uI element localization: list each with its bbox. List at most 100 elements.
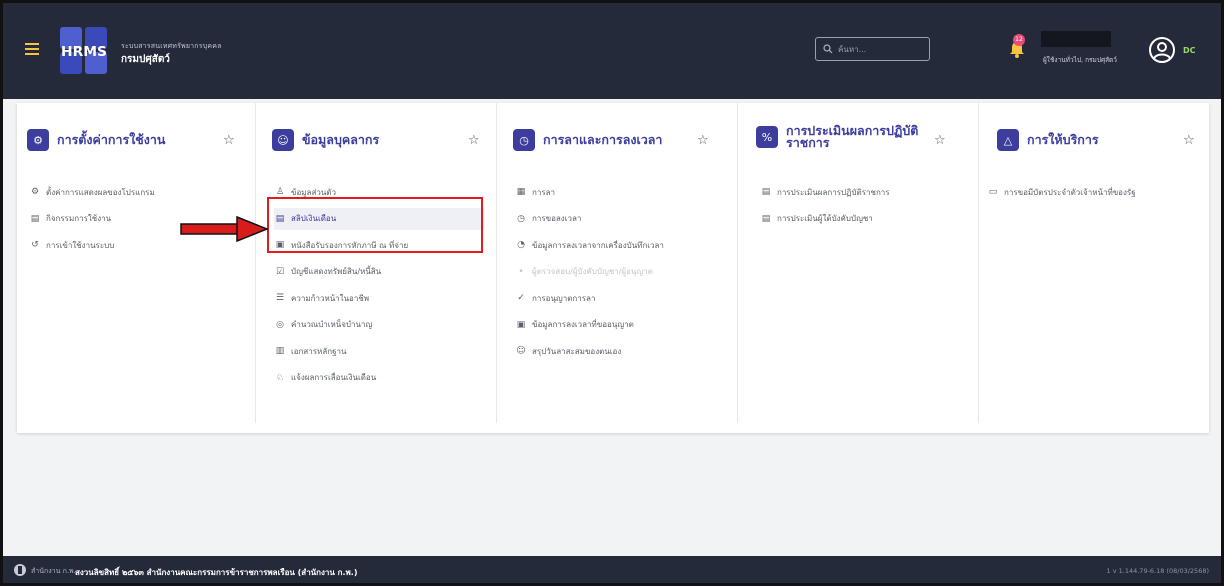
menu-item-label: การขอลงเวลา: [532, 214, 582, 223]
bell-icon: ♘: [275, 372, 285, 383]
menu-item-performance-eval[interactable]: ▤ การประเมินผลการปฏิบัติราชการ: [760, 181, 890, 203]
menu-item-label: คำนวณบำเหน็จบำนาญ: [291, 320, 373, 329]
menu-column-header[interactable]: ◷ การลาและการลงเวลา: [513, 129, 662, 151]
mega-menu-panel: ⚙ การตั้งค่าการใช้งาน ☆ ⚙ ตั้งค่าการแสดงผ…: [17, 103, 1209, 433]
menu-column-header[interactable]: ☺ ข้อมูลบุคลากร: [272, 129, 379, 151]
menu-item-salary-result[interactable]: ♘ แจ้งผลการเลื่อนเงินเดือน: [274, 367, 484, 389]
column-title: การให้บริการ: [1027, 132, 1099, 147]
menu-item-leave-summary[interactable]: ☺ สรุปวันลาสะสมของตนเอง: [515, 340, 664, 362]
payslip-icon: ▤: [275, 213, 285, 224]
menu-item-label: ผู้ตรวจสอบ/ผู้บังคับบัญชา/ผู้อนุญาต: [532, 267, 653, 276]
menu-items: ⚙ ตั้งค่าการแสดงผลของโปรแกรม ▤ กิจกรรมการใ…: [29, 181, 155, 261]
menu-column-header[interactable]: △ การให้บริการ: [997, 129, 1099, 151]
id-card-icon: ▭: [988, 187, 998, 197]
menu-item-label: การประเมินผู้ใต้บังคับบัญชา: [777, 214, 873, 223]
favorite-star-icon[interactable]: ☆: [468, 133, 480, 148]
ledger-icon: ☑: [275, 266, 285, 277]
menu-item-label: ข้อมูลการลงเวลาจากเครื่องบันทึกเวลา: [532, 240, 664, 250]
favorite-star-icon[interactable]: ☆: [223, 133, 235, 148]
menu-column-header[interactable]: % การประเมินผลการปฏิบัติราชการ: [756, 123, 926, 150]
menu-column-services: △ การให้บริการ ☆ ▭ การขอมีบัตรประจำตัวเจ้…: [979, 103, 1209, 423]
clipboard-icon: ▤: [761, 213, 771, 224]
search-box[interactable]: [815, 37, 930, 61]
search-input[interactable]: [838, 44, 918, 54]
menu-item-display-settings[interactable]: ⚙ ตั้งค่าการแสดงผลของโปรแกรม: [29, 181, 155, 203]
menu-item-id-card[interactable]: ▭ การขอมีบัตรประจำตัวเจ้าหน้าที่ของรัฐ: [987, 181, 1136, 203]
menu-column-settings: ⚙ การตั้งค่าการใช้งาน ☆ ⚙ ตั้งค่าการแสดงผ…: [17, 103, 255, 423]
search-icon: [823, 44, 833, 54]
clipboard-icon: ▤: [761, 187, 771, 197]
column-title: ข้อมูลบุคลากร: [302, 132, 380, 147]
menu-item-label: การประเมินผลการปฏิบัติราชการ: [777, 187, 890, 197]
menu-item-label: สรุปวันลาสะสมของตนเอง: [532, 346, 622, 356]
menu-item-label: ตั้งค่าการแสดงผลของโปรแกรม: [46, 187, 155, 197]
footer-bar: สำนักงาน ก.พ. สงวนลิขสิทธิ์ ๒๕๖๓ สำนักงา…: [3, 556, 1221, 583]
menu-item-approvers[interactable]: • ผู้ตรวจสอบ/ผู้บังคับบัญชา/ผู้อนุญาต: [515, 261, 664, 283]
menu-item-label: กิจกรรมการใช้งาน: [46, 214, 112, 223]
favorite-star-icon[interactable]: ☆: [934, 133, 946, 148]
user-avatar-icon: [1153, 42, 1171, 60]
favorite-star-icon[interactable]: ☆: [1183, 133, 1195, 148]
menu-item-approved-time[interactable]: ▣ ข้อมูลการลงเวลาที่ขออนุญาต: [515, 314, 664, 336]
menu-item-time-machine-data[interactable]: ◔ ข้อมูลการลงเวลาจากเครื่องบันทึกเวลา: [515, 234, 664, 256]
menu-item-time-request[interactable]: ◷ การขอลงเวลา: [515, 208, 664, 230]
favorite-star-icon[interactable]: ☆: [697, 133, 709, 148]
menu-item-label: เอกสารหลักฐาน: [291, 346, 347, 356]
users-icon: ☺: [516, 346, 526, 356]
menu-item-payslip[interactable]: ▤ สลิปเงินเดือน: [274, 207, 484, 230]
hamburger-menu-icon[interactable]: [25, 43, 39, 55]
menu-item-label: หนังสือรับรองการหักภาษี ณ ที่จ่าย: [291, 240, 409, 250]
calendar-icon: ▤: [30, 213, 40, 224]
menu-item-career-progress[interactable]: ☰ ความก้าวหน้าในอาชีพ: [274, 287, 484, 309]
menu-column-header[interactable]: ⚙ การตั้งค่าการใช้งาน: [27, 129, 165, 151]
menu-item-subordinate-eval[interactable]: ▤ การประเมินผู้ใต้บังคับบัญชา: [760, 208, 890, 230]
users-icon: ☺: [272, 129, 294, 151]
user-icon: ♙: [275, 187, 285, 197]
menu-column-personnel: ☺ ข้อมูลบุคลากร ☆ ♙ ข้อมูลส่วนตัว ▤ สลิปเง…: [256, 103, 496, 423]
menu-item-leave-approval[interactable]: ✓ การอนุญาตการลา: [515, 287, 664, 309]
pointer-arrow-icon: [180, 215, 269, 243]
menu-item-pension-calc[interactable]: ◎ คำนวณบำเหน็จบำนาญ: [274, 314, 484, 336]
clock-icon: ◷: [517, 213, 525, 224]
menu-items: ▦ การลา ◷ การขอลงเวลา ◔ ข้อมูลการลงเวลาจากเ…: [515, 181, 664, 367]
menu-item-label: การอนุญาตการลา: [532, 293, 596, 303]
menu-item-documents[interactable]: ▥ เอกสารหลักฐาน: [274, 340, 484, 362]
leave-icon: ▦: [516, 187, 526, 197]
time-icon: ◔: [517, 240, 525, 250]
user-name-redacted: [1041, 31, 1111, 47]
menu-item-label: การลา: [532, 187, 556, 197]
list-icon: ☰: [275, 293, 285, 303]
menu-item-activity[interactable]: ▤ กิจกรรมการใช้งาน: [29, 208, 155, 230]
menu-item-label: สลิปเงินเดือน: [291, 214, 337, 223]
ocsc-logo-icon: [14, 564, 26, 576]
calendar-check-icon: ▣: [516, 319, 526, 330]
hrms-logo: HRMS: [60, 27, 107, 74]
menu-item-label: การขอมีบัตรประจำตัวเจ้าหน้าที่ของรัฐ: [1004, 187, 1136, 197]
user-role: ผู้ใช้งานทั่วไป, กรมปศุสัตว์: [1043, 56, 1117, 64]
menu-item-login-history[interactable]: ↺ การเข้าใช้งานระบบ: [29, 234, 155, 256]
menu-item-label: แจ้งผลการเลื่อนเงินเดือน: [291, 373, 377, 382]
history-icon: ↺: [31, 240, 39, 250]
menu-item-label: ข้อมูลส่วนตัว: [291, 187, 336, 197]
department-name: กรมปศุสัตว์: [121, 54, 170, 65]
avatar[interactable]: [1149, 37, 1175, 63]
menu-item-label: การเข้าใช้งานระบบ: [46, 240, 115, 250]
menu-items: ▭ การขอมีบัตรประจำตัวเจ้าหน้าที่ของรัฐ: [987, 181, 1136, 208]
menu-column-leave: ◷ การลาและการลงเวลา ☆ ▦ การลา ◷ การขอลงเวล…: [497, 103, 737, 423]
menu-item-leave[interactable]: ▦ การลา: [515, 181, 664, 203]
menu-column-evaluation: % การประเมินผลการปฏิบัติราชการ ☆ ▤ การประ…: [738, 103, 978, 423]
menu-items: ▤ การประเมินผลการปฏิบัติราชการ ▤ การประเมิ…: [760, 181, 890, 234]
column-title: การลาและการลงเวลา: [543, 132, 663, 147]
menu-item-assets-liabilities[interactable]: ☑ บัญชีแสดงทรัพย์สิน/หนี้สิน: [274, 261, 484, 283]
app-window: HRMS ระบบสารสนเทศทรัพยากรบุคคล กรมปศุสัต…: [0, 0, 1224, 586]
coin-icon: ◎: [276, 319, 284, 330]
menu-item-label: ความก้าวหน้าในอาชีพ: [291, 293, 370, 303]
column-title: การตั้งค่าการใช้งาน: [57, 132, 166, 147]
file-icon: ▥: [275, 346, 285, 356]
clock-icon: ◷: [513, 129, 535, 151]
column-title: การประเมินผลการปฏิบัติราชการ: [786, 123, 919, 150]
document-icon: ▣: [275, 240, 285, 250]
menu-item-personal-info[interactable]: ♙ ข้อมูลส่วนตัว: [274, 181, 484, 203]
menu-item-tax-certificate[interactable]: ▣ หนังสือรับรองการหักภาษี ณ ที่จ่าย: [274, 234, 484, 256]
footer-copyright: สงวนลิขสิทธิ์ ๒๕๖๓ สำนักงานคณะกรรมการข้า…: [75, 568, 358, 577]
